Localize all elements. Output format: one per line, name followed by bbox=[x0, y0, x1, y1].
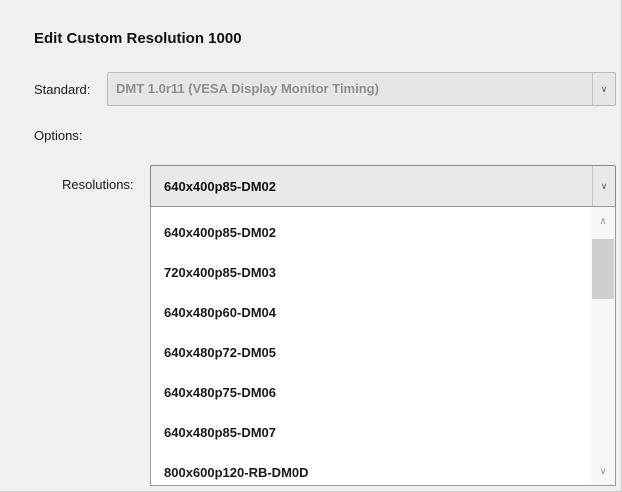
standard-select[interactable]: DMT 1.0r11 (VESA Display Monitor Timing)… bbox=[107, 72, 616, 106]
scroll-thumb[interactable] bbox=[592, 239, 614, 299]
list-item[interactable]: 640x400p85-DM02 bbox=[164, 225, 276, 240]
resolutions-dropdown-list: 640x400p85-DM02 720x400p85-DM03 640x480p… bbox=[150, 206, 616, 486]
list-item[interactable]: 800x600p120-RB-DM0D bbox=[164, 465, 309, 480]
list-item[interactable]: 640x480p60-DM04 bbox=[164, 305, 276, 320]
resolutions-select[interactable]: 640x400p85-DM02 ∨ bbox=[150, 165, 616, 207]
edit-resolution-dialog: Edit Custom Resolution 1000 Standard: DM… bbox=[0, 0, 622, 492]
resolutions-select-value: 640x400p85-DM02 bbox=[164, 179, 277, 194]
list-item[interactable]: 720x400p85-DM03 bbox=[164, 265, 276, 280]
chevron-down-icon[interactable]: ∨ bbox=[592, 166, 615, 206]
dialog-title: Edit Custom Resolution 1000 bbox=[34, 30, 242, 47]
options-label: Options: bbox=[34, 128, 83, 143]
standard-label: Standard: bbox=[34, 82, 91, 97]
standard-select-value: DMT 1.0r11 (VESA Display Monitor Timing) bbox=[116, 81, 379, 96]
list-item[interactable]: 640x480p75-DM06 bbox=[164, 385, 276, 400]
chevron-up-icon[interactable]: ∧ bbox=[591, 211, 615, 231]
resolutions-options: 640x400p85-DM02 720x400p85-DM03 640x480p… bbox=[151, 207, 597, 485]
dropdown-scrollbar[interactable]: ∧ ∨ bbox=[591, 207, 615, 485]
list-item[interactable]: 640x480p85-DM07 bbox=[164, 425, 276, 440]
list-item[interactable]: 640x480p72-DM05 bbox=[164, 345, 276, 360]
chevron-down-icon[interactable]: ∨ bbox=[591, 461, 615, 481]
resolutions-label: Resolutions: bbox=[62, 177, 134, 192]
chevron-down-icon[interactable]: ∨ bbox=[592, 73, 615, 105]
